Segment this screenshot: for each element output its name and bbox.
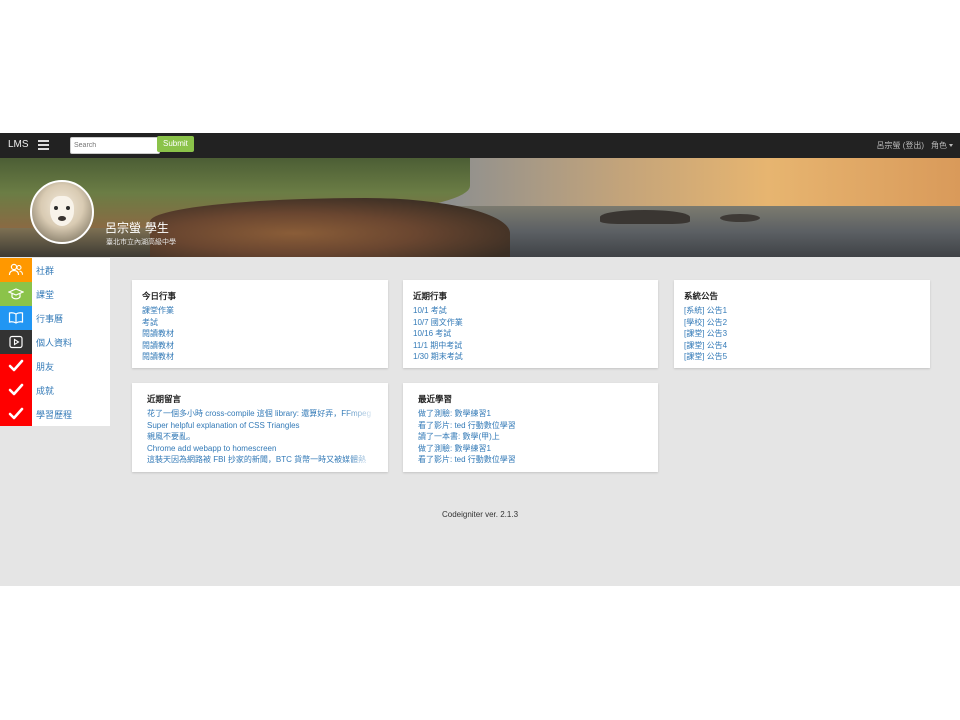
announcement-link[interactable]: [學校] 公告2 bbox=[684, 317, 920, 329]
check-icon bbox=[0, 378, 32, 402]
upcoming-events-panel: 近期行事 10/1 考試 10/7 國文作業 10/16 考試 11/1 期中考… bbox=[403, 280, 658, 368]
sidebar-item-label: 成就 bbox=[36, 386, 55, 397]
menu-icon[interactable] bbox=[38, 140, 49, 150]
sidebar-item-classroom[interactable]: 課堂 bbox=[0, 282, 110, 306]
panel-title: 近期行事 bbox=[413, 292, 448, 302]
event-link[interactable]: 閱讀教材 bbox=[142, 328, 378, 340]
avatar-eye bbox=[66, 206, 70, 210]
check-icon bbox=[0, 354, 32, 378]
sidebar-item-label: 朋友 bbox=[36, 362, 55, 373]
top-navbar: LMS Submit 呂宗螢 (登出) 角色 bbox=[0, 133, 960, 158]
learning-link[interactable]: 看了影片: ted 行動數位學習 bbox=[418, 420, 648, 432]
message-link[interactable]: 花了一個多小時 cross-compile 這個 library: 還算好弄，F… bbox=[147, 408, 378, 420]
submit-button[interactable]: Submit bbox=[157, 136, 194, 152]
graduation-cap-icon bbox=[0, 282, 32, 306]
banner-rock bbox=[600, 210, 690, 224]
sidebar-item-community[interactable]: 社群 bbox=[0, 258, 110, 282]
today-events-panel: 今日行事 課堂作業 考試 閱讀教材 閱讀教材 閱讀教材 bbox=[132, 280, 388, 368]
announcements-panel: 系統公告 [系統] 公告1 [學校] 公告2 [課堂] 公告3 [課堂] 公告4… bbox=[674, 280, 930, 368]
panel-title: 最近學習 bbox=[418, 395, 453, 405]
users-icon bbox=[0, 258, 32, 282]
brand-link[interactable]: LMS bbox=[8, 139, 29, 150]
sidebar-item-label: 學習歷程 bbox=[36, 410, 73, 421]
event-link[interactable]: 1/30 期末考試 bbox=[413, 351, 648, 363]
sidebar-item-label: 行事曆 bbox=[36, 314, 64, 325]
profile-school: 臺北市立內湖高級中學 bbox=[106, 239, 176, 246]
avatar-eye bbox=[54, 206, 58, 210]
learning-link[interactable]: 做了測驗: 數學練習1 bbox=[418, 443, 648, 455]
event-link[interactable]: 考試 bbox=[142, 317, 378, 329]
recent-messages-panel: 近期留言 花了一個多小時 cross-compile 這個 library: 還… bbox=[132, 383, 388, 472]
sidebar-item-label: 社群 bbox=[36, 266, 55, 277]
event-link[interactable]: 10/1 考試 bbox=[413, 305, 648, 317]
profile-name: 呂宗螢 學生 bbox=[105, 221, 169, 235]
sidebar-item-calendar[interactable]: 行事曆 bbox=[0, 306, 110, 330]
play-square-icon bbox=[0, 330, 32, 354]
sidebar-item-friends[interactable]: 朋友 bbox=[0, 354, 110, 378]
event-link[interactable]: 課堂作業 bbox=[142, 305, 378, 317]
message-link[interactable]: 親風不要亂。 bbox=[147, 431, 378, 443]
message-link[interactable]: 這裝天因為網路被 FBI 抄家的新聞，BTC 貨幣一時又被媒體熱 bbox=[147, 454, 378, 466]
sidebar: 社群 課堂 行事曆 個人資料 朋友 成就 學習歷程 bbox=[0, 258, 110, 426]
announcement-link[interactable]: [課堂] 公告3 bbox=[684, 328, 920, 340]
learning-link[interactable]: 看了影片: ted 行動數位學習 bbox=[418, 454, 648, 466]
avatar-nose bbox=[58, 216, 66, 221]
banner-rock bbox=[720, 214, 760, 222]
sidebar-item-label: 個人資料 bbox=[36, 338, 73, 349]
learning-link[interactable]: 做了測驗: 數學練習1 bbox=[418, 408, 648, 420]
message-link[interactable]: Chrome add webapp to homescreen bbox=[147, 443, 378, 455]
panel-title: 系統公告 bbox=[684, 292, 719, 302]
event-link[interactable]: 10/16 考試 bbox=[413, 328, 648, 340]
banner-rocks bbox=[150, 198, 510, 257]
role-dropdown[interactable]: 角色 bbox=[931, 140, 953, 151]
avatar-face bbox=[50, 196, 74, 226]
sidebar-item-profile[interactable]: 個人資料 bbox=[0, 330, 110, 354]
sidebar-item-label: 課堂 bbox=[36, 290, 55, 301]
avatar[interactable] bbox=[30, 180, 94, 244]
event-link[interactable]: 10/7 國文作業 bbox=[413, 317, 648, 329]
announcement-link[interactable]: [系統] 公告1 bbox=[684, 305, 920, 317]
search-input[interactable] bbox=[70, 137, 160, 154]
book-open-icon bbox=[0, 306, 32, 330]
panel-title: 今日行事 bbox=[142, 292, 177, 302]
learning-link[interactable]: 讀了一本書: 數學(甲)上 bbox=[418, 431, 648, 443]
recent-learning-panel: 最近學習 做了測驗: 數學練習1 看了影片: ted 行動數位學習 讀了一本書:… bbox=[403, 383, 658, 472]
user-logout-link[interactable]: 呂宗螢 (登出) bbox=[876, 140, 924, 151]
panel-title: 近期留言 bbox=[147, 395, 182, 405]
announcement-link[interactable]: [課堂] 公告5 bbox=[684, 351, 920, 363]
check-icon bbox=[0, 402, 32, 426]
sidebar-item-achievements[interactable]: 成就 bbox=[0, 378, 110, 402]
event-link[interactable]: 閱讀教材 bbox=[142, 351, 378, 363]
event-link[interactable]: 閱讀教材 bbox=[142, 340, 378, 352]
event-link[interactable]: 11/1 期中考試 bbox=[413, 340, 648, 352]
sidebar-item-learning-history[interactable]: 學習歷程 bbox=[0, 402, 110, 426]
role-label: 角色 bbox=[931, 141, 947, 150]
footer-version: Codeigniter ver. 2.1.3 bbox=[441, 510, 519, 519]
caret-down-icon bbox=[949, 144, 953, 148]
announcement-link[interactable]: [課堂] 公告4 bbox=[684, 340, 920, 352]
message-link[interactable]: Super helpful explanation of CSS Triangl… bbox=[147, 420, 378, 432]
